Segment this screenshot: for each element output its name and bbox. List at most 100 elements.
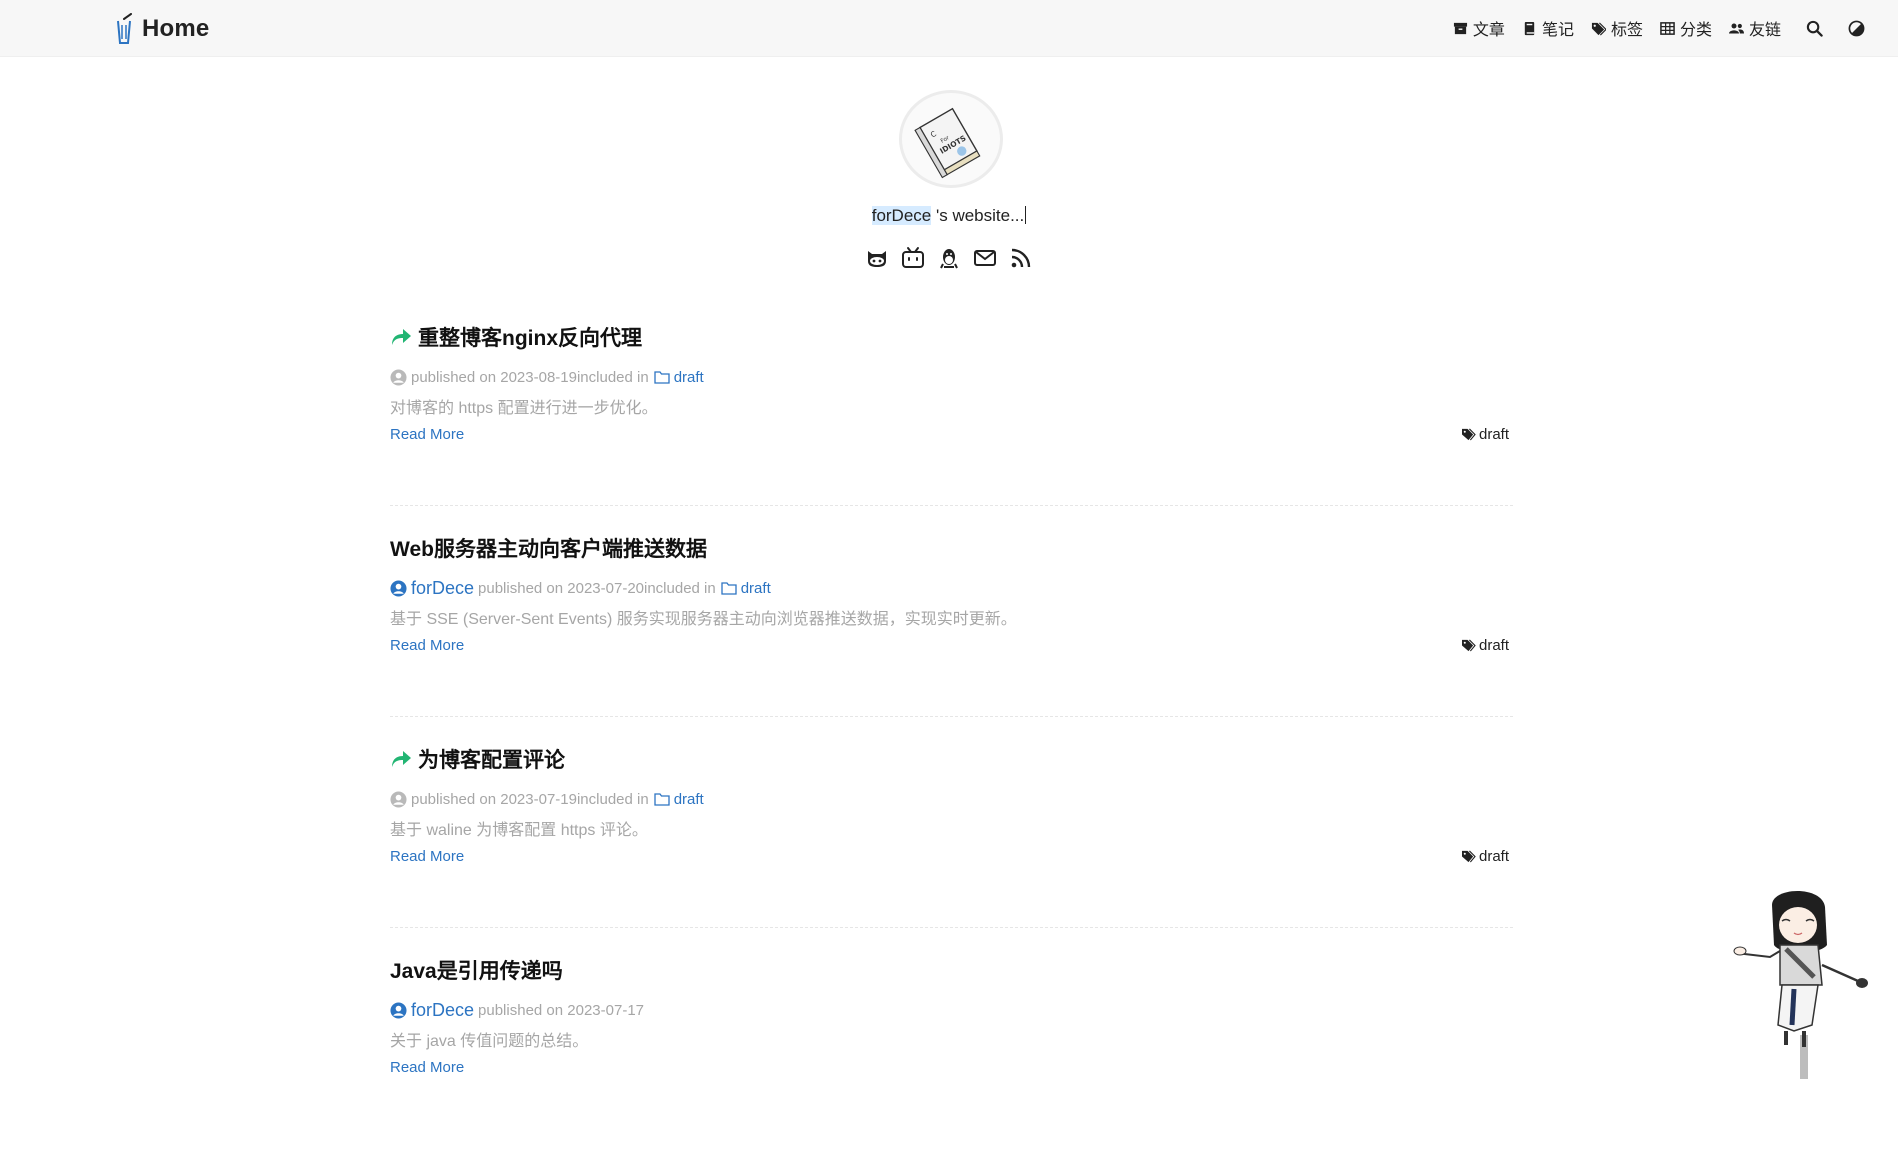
tagline-text: 's website... <box>931 206 1025 225</box>
user-circle-icon <box>390 790 407 808</box>
archive-icon <box>1453 22 1467 34</box>
brand-title: Home <box>142 15 210 42</box>
post-tag-link[interactable]: draft <box>1461 848 1509 865</box>
site-tagline: forDece 's website... <box>0 206 1898 226</box>
post-meta: forDece published on 2023-07-20 included… <box>390 577 1513 599</box>
nav-item-friends[interactable]: 友链 <box>1728 16 1781 40</box>
tags-icon <box>1591 21 1606 35</box>
post-tag-link[interactable]: draft <box>1461 637 1509 654</box>
tags-icon <box>1461 850 1476 862</box>
rss-link[interactable] <box>1009 246 1033 270</box>
post-list: 重整博客nginx反向代理 published on 2023-08-19 in… <box>390 322 1513 1166</box>
home-link[interactable]: Home <box>113 12 209 46</box>
post-footer: Read More draft <box>390 424 1513 444</box>
post-excerpt: 基于 waline 为博客配置 https 评论。 <box>390 822 648 839</box>
nav-item-notes[interactable]: 笔记 <box>1522 16 1574 40</box>
post-divider <box>390 716 1513 717</box>
bilibili-link[interactable] <box>901 246 925 270</box>
search-button[interactable] <box>1806 20 1823 37</box>
folder-icon <box>721 582 737 595</box>
read-more-link[interactable]: Read More <box>390 848 464 865</box>
theme-toggle-icon <box>1848 20 1865 36</box>
qq-icon <box>940 249 958 269</box>
user-circle-icon <box>390 368 407 386</box>
repost-arrow-icon <box>392 329 411 345</box>
post-date: published on 2023-07-17 <box>478 1001 644 1019</box>
search-icon <box>1806 20 1823 37</box>
github-link[interactable] <box>865 246 889 270</box>
typing-caret <box>1025 206 1027 224</box>
post-date: published on 2023-07-20 <box>478 579 644 597</box>
post-meta: published on 2023-08-19 included in draf… <box>390 366 1513 388</box>
repost-arrow-icon <box>392 751 411 767</box>
read-more-link[interactable]: Read More <box>390 426 464 443</box>
mascot-girl-icon <box>1733 891 1868 1079</box>
user-circle-icon <box>390 579 407 597</box>
post-tag-label: draft <box>1478 636 1509 654</box>
tags-icon <box>1461 428 1476 440</box>
nav-item-articles[interactable]: 文章 <box>1453 16 1505 40</box>
post-card: 重整博客nginx反向代理 published on 2023-08-19 in… <box>390 322 1513 533</box>
nav-label: 友链 <box>1748 22 1781 39</box>
bilibili-icon <box>902 247 924 268</box>
book-icon <box>1524 21 1535 35</box>
post-divider <box>390 927 1513 928</box>
post-title-link[interactable]: Java是引用传递吗 <box>390 955 1513 985</box>
live2d-mascot[interactable] <box>1730 885 1880 1079</box>
post-included-text: included in <box>644 579 716 597</box>
owner-name: forDece <box>871 206 932 225</box>
post-author-link[interactable]: forDece <box>411 578 474 599</box>
post-category-link[interactable]: draft <box>674 791 704 808</box>
user-circle-icon <box>390 1001 407 1019</box>
nav-label: 笔记 <box>1541 22 1574 39</box>
rss-icon <box>1011 248 1031 268</box>
post-title: Java是引用传递吗 <box>390 960 563 983</box>
folder-icon <box>654 371 670 384</box>
mail-link[interactable] <box>973 246 997 270</box>
post-title: 为博客配置评论 <box>418 749 565 772</box>
post-category-link[interactable]: draft <box>674 369 704 386</box>
post-footer: Read More draft <box>390 635 1513 655</box>
qq-link[interactable] <box>937 246 961 270</box>
post-tag-label: draft <box>1478 847 1509 865</box>
nav-item-tags[interactable]: 标签 <box>1591 16 1643 40</box>
post-title-link[interactable]: 重整博客nginx反向代理 <box>390 322 1513 352</box>
post-included-text: included in <box>576 790 649 808</box>
post-included-text: included in <box>576 368 649 386</box>
read-more-link[interactable]: Read More <box>390 1059 464 1076</box>
post-excerpt: 基于 SSE (Server-Sent Events) 服务实现服务器主动向浏览… <box>390 611 1017 628</box>
post-title: 重整博客nginx反向代理 <box>418 327 642 350</box>
read-more-link[interactable]: Read More <box>390 637 464 654</box>
main-nav: 文章 笔记 标签 分类 友链 <box>1436 0 1865 56</box>
post-meta: forDece published on 2023-07-17 <box>390 999 1513 1021</box>
post-tag-link[interactable]: draft <box>1461 426 1509 443</box>
post-title-link[interactable]: Web服务器主动向客户端推送数据 <box>390 533 1513 563</box>
social-links <box>0 246 1898 270</box>
post-footer: Read More <box>390 1057 1513 1077</box>
nav-label: 文章 <box>1472 22 1505 39</box>
avatar: C For IDIOTS <box>899 90 1003 188</box>
nav-item-categories[interactable]: 分类 <box>1660 16 1712 40</box>
nav-label: 分类 <box>1679 22 1712 39</box>
post-card: 为博客配置评论 published on 2023-07-19 included… <box>390 744 1513 955</box>
mail-icon <box>974 250 996 266</box>
users-icon <box>1728 23 1744 33</box>
github-icon <box>868 251 886 267</box>
post-title-link[interactable]: 为博客配置评论 <box>390 744 1513 774</box>
nav-label: 标签 <box>1610 22 1643 39</box>
post-category-link[interactable]: draft <box>741 580 771 597</box>
post-excerpt: 关于 java 传值问题的总结。 <box>390 1033 589 1050</box>
post-date: published on 2023-08-19 <box>411 368 577 386</box>
post-card: Java是引用传递吗 forDece published on 2023-07-… <box>390 955 1513 1166</box>
post-card: Web服务器主动向客户端推送数据 forDece published on 20… <box>390 533 1513 744</box>
theme-toggle-button[interactable] <box>1848 20 1865 37</box>
top-navbar: Home 文章 笔记 标签 分类 友链 <box>0 0 1898 57</box>
post-author-link[interactable]: forDece <box>411 1000 474 1021</box>
logo-icon <box>117 13 132 44</box>
post-footer: Read More draft <box>390 846 1513 866</box>
post-title: Web服务器主动向客户端推送数据 <box>390 538 707 561</box>
post-excerpt: 对博客的 https 配置进行进一步优化。 <box>390 400 658 417</box>
post-tag-label: draft <box>1478 425 1509 443</box>
post-date: published on 2023-07-19 <box>411 790 577 808</box>
tags-icon <box>1461 639 1476 651</box>
